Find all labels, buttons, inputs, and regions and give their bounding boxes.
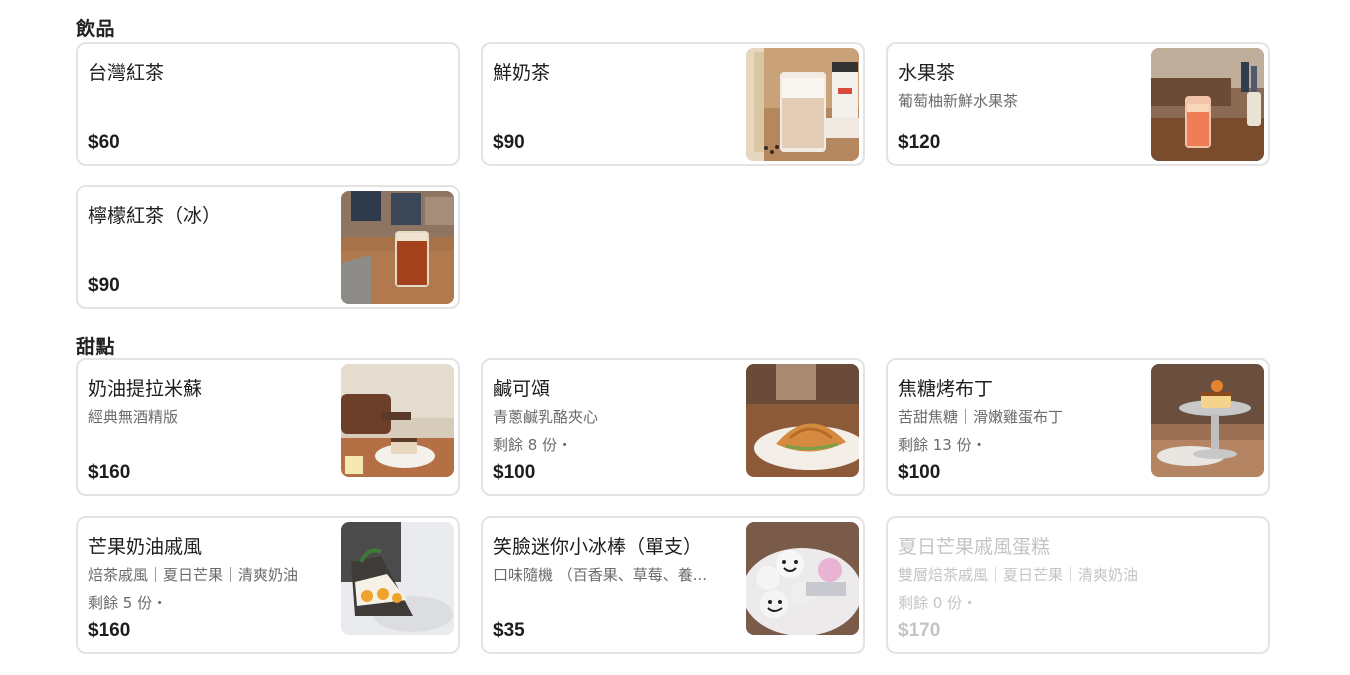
item-name: 笑臉迷你小冰棒（單支） xyxy=(493,536,703,558)
item-description: 苦甜焦糖｜滑嫩雞蛋布丁 xyxy=(898,408,1064,426)
item-description: 焙茶戚風｜夏日芒果｜清爽奶油 xyxy=(88,566,299,584)
item-name: 芒果奶油戚風 xyxy=(88,536,203,558)
item-description: 經典無酒精版 xyxy=(88,408,179,426)
item-name: 檸檬紅茶（冰） xyxy=(88,205,222,227)
item-name: 鮮奶茶 xyxy=(493,62,551,84)
menu-item-card[interactable]: 奶油提拉米蘇 經典無酒精版 $160 xyxy=(76,358,460,496)
item-description: 口味隨機 （百香果、草莓、養... xyxy=(493,566,708,584)
item-price: $60 xyxy=(88,132,120,153)
item-description: 雙層焙茶戚風｜夏日芒果｜清爽奶油 xyxy=(898,566,1139,584)
item-name: 水果茶 xyxy=(898,62,956,84)
tiramisu-photo xyxy=(341,364,454,477)
section-title-desserts: 甜點 xyxy=(76,336,116,358)
mango-chiffon-photo xyxy=(341,522,454,635)
menu-item-card[interactable]: 鹹可頌 青蔥鹹乳酪夾心 剩餘 8 份・ $100 xyxy=(481,358,865,496)
item-stock: 剩餘 8 份・ xyxy=(493,436,573,454)
item-price: $170 xyxy=(898,620,941,641)
item-name: 台灣紅茶 xyxy=(88,62,165,84)
item-name: 鹹可頌 xyxy=(493,378,551,400)
item-name: 夏日芒果戚風蛋糕 xyxy=(898,536,1051,558)
fruit-tea-photo xyxy=(1151,48,1264,161)
item-price: $90 xyxy=(88,275,120,296)
item-description: 青蔥鹹乳酪夾心 xyxy=(493,408,599,426)
item-price: $100 xyxy=(493,462,536,483)
item-name: 焦糖烤布丁 xyxy=(898,378,994,400)
lemon-tea-photo xyxy=(341,191,454,304)
menu-item-card[interactable]: 檸檬紅茶（冰） $90 xyxy=(76,185,460,309)
item-stock: 剩餘 13 份・ xyxy=(898,436,987,454)
menu-item-card[interactable]: 焦糖烤布丁 苦甜焦糖｜滑嫩雞蛋布丁 剩餘 13 份・ $100 xyxy=(886,358,1270,496)
section-title-drinks: 飲品 xyxy=(76,18,116,40)
menu-item-card[interactable]: 台灣紅茶 $60 xyxy=(76,42,460,166)
menu-item-card[interactable]: 水果茶 葡萄柚新鮮水果茶 $120 xyxy=(886,42,1270,166)
item-price: $35 xyxy=(493,620,525,641)
item-price: $120 xyxy=(898,132,941,153)
pudding-photo xyxy=(1151,364,1264,477)
item-price: $160 xyxy=(88,620,131,641)
popsicle-photo xyxy=(746,522,859,635)
item-price: $100 xyxy=(898,462,941,483)
menu-item-card[interactable]: 笑臉迷你小冰棒（單支） 口味隨機 （百香果、草莓、養... $35 xyxy=(481,516,865,654)
item-price: $160 xyxy=(88,462,131,483)
croissant-photo xyxy=(746,364,859,477)
menu-item-card[interactable]: 芒果奶油戚風 焙茶戚風｜夏日芒果｜清爽奶油 剩餘 5 份・ $160 xyxy=(76,516,460,654)
item-stock: 剩餘 5 份・ xyxy=(88,594,168,612)
menu-item-card[interactable]: 鮮奶茶 $90 xyxy=(481,42,865,166)
item-stock: 剩餘 0 份・ xyxy=(898,594,978,612)
item-price: $90 xyxy=(493,132,525,153)
milk-tea-photo xyxy=(746,48,859,161)
menu-item-card-sold-out: 夏日芒果戚風蛋糕 雙層焙茶戚風｜夏日芒果｜清爽奶油 剩餘 0 份・ $170 xyxy=(886,516,1270,654)
item-description: 葡萄柚新鮮水果茶 xyxy=(898,92,1019,110)
item-name: 奶油提拉米蘇 xyxy=(88,378,203,400)
menu-page: 飲品 台灣紅茶 $60 鮮奶茶 $90 水果茶 葡萄柚新鮮水果茶 $120 檸檬… xyxy=(0,0,1350,675)
